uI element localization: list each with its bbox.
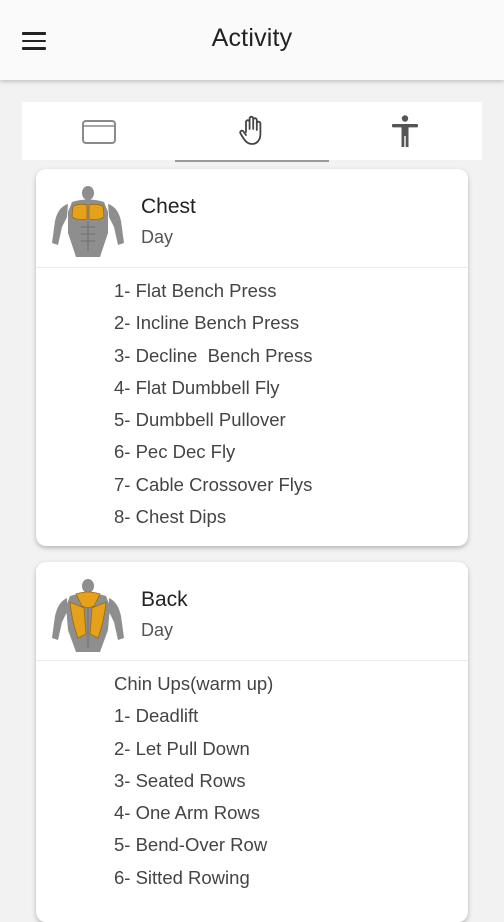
card-title: Chest xyxy=(141,195,196,218)
card-title: Back xyxy=(141,588,188,611)
tab-tablet[interactable] xyxy=(22,102,175,160)
exercise-item: 3- Decline Bench Press xyxy=(114,344,313,366)
person-icon xyxy=(392,115,419,147)
workout-card-chest[interactable]: Chest Day 1- Flat Bench Press 2- Incline… xyxy=(36,169,468,546)
exercise-item: 4- Flat Dumbbell Fly xyxy=(114,376,280,398)
exercise-item: 5- Bend-Over Row xyxy=(114,834,268,856)
exercise-item: 1- Deadlift xyxy=(114,705,199,727)
workout-card-back[interactable]: Back Day Chin Ups(warm up) 1- Deadlift 2… xyxy=(36,562,468,922)
exercise-item: 6- Pec Dec Fly xyxy=(114,441,236,463)
tab-person[interactable] xyxy=(329,102,482,160)
exercise-item: 6- Sitted Rowing xyxy=(114,866,250,888)
exercise-item: 7- Cable Crossover Flys xyxy=(114,473,313,495)
exercise-item: 8- Chest Dips xyxy=(114,506,227,528)
page-title: Activity xyxy=(211,24,293,52)
chest-muscle-icon xyxy=(52,186,124,257)
hand-icon xyxy=(239,115,262,145)
card-subtitle: Day xyxy=(141,227,174,247)
card-header: Chest Day xyxy=(36,169,468,268)
exercise-item: 2- Let Pull Down xyxy=(114,737,250,759)
exercise-item: 2- Incline Bench Press xyxy=(114,312,300,334)
exercise-item: Chin Ups(warm up) xyxy=(114,673,274,694)
card-header: Back Day xyxy=(36,562,468,661)
app-bar: Activity xyxy=(0,0,504,80)
back-muscle-icon xyxy=(52,579,124,652)
exercise-item: 3- Seated Rows xyxy=(114,769,246,791)
tab-hand[interactable] xyxy=(175,102,329,162)
card-subtitle: Day xyxy=(141,620,174,640)
exercise-list: Chin Ups(warm up) 1- Deadlift 2- Let Pul… xyxy=(36,661,468,894)
exercise-item: 1- Flat Bench Press xyxy=(114,280,277,301)
exercise-item: 5- Dumbbell Pullover xyxy=(114,409,286,431)
tablet-icon xyxy=(81,120,116,144)
exercise-item: 4- One Arm Rows xyxy=(114,802,260,824)
exercise-list: 1- Flat Bench Press 2- Incline Bench Pre… xyxy=(36,268,468,533)
tab-bar xyxy=(22,102,482,162)
